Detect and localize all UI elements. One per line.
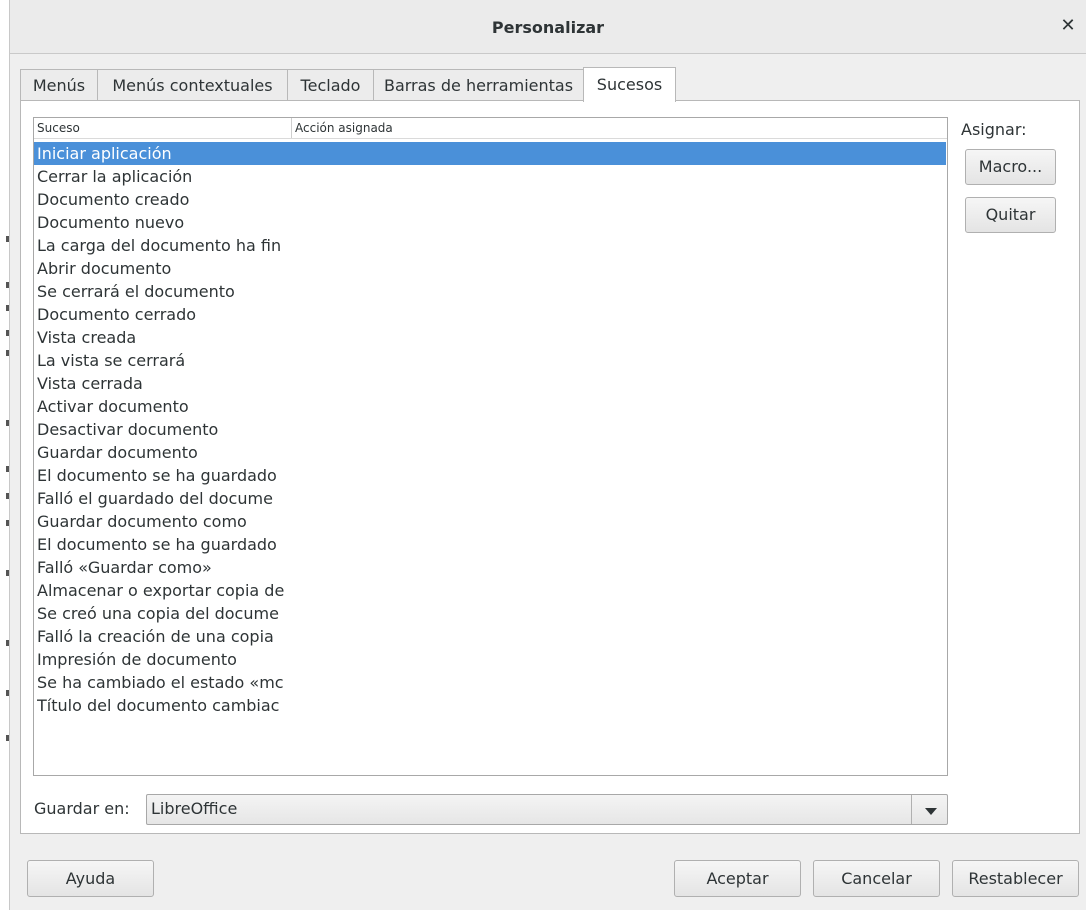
- tab-keyboard[interactable]: Teclado: [287, 69, 374, 101]
- edge-mark: [6, 330, 9, 336]
- event-name: El documento se ha guardado: [37, 466, 277, 485]
- edge-mark: [6, 236, 9, 242]
- event-name: Abrir documento: [37, 259, 172, 278]
- event-name: La vista se cerrará: [37, 351, 186, 370]
- event-name: Falló la creación de una copia: [37, 627, 274, 646]
- event-row[interactable]: La carga del documento ha fin: [34, 234, 947, 257]
- title-bar: Personalizar ✕: [10, 0, 1086, 54]
- event-name: Documento cerrado: [37, 305, 197, 324]
- event-row[interactable]: El documento se ha guardado: [34, 464, 947, 487]
- edge-mark: [6, 570, 9, 576]
- event-row[interactable]: Cerrar la aplicación: [34, 165, 947, 188]
- event-name: La carga del documento ha fin: [37, 236, 282, 255]
- events-list[interactable]: Suceso Acción asignada Iniciar aplicació…: [33, 117, 948, 776]
- save-in-label: Guardar en:: [34, 799, 130, 818]
- macro-button[interactable]: Macro...: [965, 149, 1056, 185]
- edge-mark: [6, 466, 9, 472]
- event-name: Documento creado: [37, 190, 190, 209]
- cancel-button[interactable]: Cancelar: [813, 860, 940, 897]
- remove-button[interactable]: Quitar: [965, 197, 1056, 233]
- event-row[interactable]: El documento se ha guardado: [34, 533, 947, 556]
- event-row[interactable]: Falló el guardado del docume: [34, 487, 947, 510]
- event-name: Se cerrará el documento: [37, 282, 235, 301]
- column-separator[interactable]: [291, 118, 292, 138]
- event-name: Falló el guardado del docume: [37, 489, 273, 508]
- column-header-assigned-action[interactable]: Acción asignada: [295, 121, 393, 135]
- event-name: Guardar documento: [37, 443, 198, 462]
- event-name: Vista cerrada: [37, 374, 143, 393]
- edge-mark: [6, 735, 9, 741]
- event-name: Almacenar o exportar copia de: [37, 581, 285, 600]
- event-name: Se creó una copia del docume: [37, 604, 279, 623]
- event-row[interactable]: Se cerrará el documento: [34, 280, 947, 303]
- event-row[interactable]: Activar documento: [34, 395, 947, 418]
- event-row[interactable]: Título del documento cambiac: [34, 694, 947, 717]
- event-name: El documento se ha guardado: [37, 535, 277, 554]
- event-name: Falló «Guardar como»: [37, 558, 212, 577]
- event-name: Activar documento: [37, 397, 189, 416]
- event-row[interactable]: Documento cerrado: [34, 303, 947, 326]
- reset-button[interactable]: Restablecer: [952, 860, 1079, 897]
- ok-button[interactable]: Aceptar: [674, 860, 801, 897]
- assign-label: Asignar:: [961, 120, 1027, 139]
- save-in-value: LibreOffice: [151, 799, 238, 818]
- tab-events[interactable]: Sucesos: [583, 67, 676, 102]
- tab-context-menus[interactable]: Menús contextuales: [97, 69, 288, 101]
- customize-dialog: Personalizar ✕ Menús Menús contextuales …: [10, 0, 1086, 910]
- edge-mark: [6, 520, 9, 526]
- event-name: Guardar documento como: [37, 512, 247, 531]
- event-row[interactable]: Guardar documento: [34, 441, 947, 464]
- edge-mark: [6, 305, 9, 311]
- event-row[interactable]: Abrir documento: [34, 257, 947, 280]
- event-name: Iniciar aplicación: [37, 144, 172, 163]
- edge-mark: [6, 493, 9, 499]
- event-row[interactable]: Vista creada: [34, 326, 947, 349]
- events-panel: Suceso Acción asignada Iniciar aplicació…: [20, 100, 1080, 834]
- event-name: Título del documento cambiac: [37, 696, 280, 715]
- event-row[interactable]: Desactivar documento: [34, 418, 947, 441]
- event-name: Vista creada: [37, 328, 137, 347]
- tab-menus[interactable]: Menús: [20, 69, 98, 101]
- save-in-dropdown[interactable]: LibreOffice: [146, 794, 948, 825]
- event-name: Desactivar documento: [37, 420, 219, 439]
- edge-mark: [6, 282, 9, 288]
- dialog-title: Personalizar: [491, 18, 605, 37]
- event-row[interactable]: Almacenar o exportar copia de: [34, 579, 947, 602]
- edge-mark: [6, 690, 9, 696]
- events-rows: Iniciar aplicación Cerrar la aplicación Do…: [34, 142, 947, 717]
- tab-toolbars[interactable]: Barras de herramientas: [373, 69, 584, 101]
- event-name: Se ha cambiado el estado «mc: [37, 673, 284, 692]
- event-row[interactable]: Impresión de documento: [34, 648, 947, 671]
- column-header-event[interactable]: Suceso: [37, 121, 80, 135]
- event-row[interactable]: Falló la creación de una copia: [34, 625, 947, 648]
- event-row[interactable]: Documento creado: [34, 188, 947, 211]
- event-row[interactable]: Guardar documento como: [34, 510, 947, 533]
- background-window-edge: [0, 0, 10, 910]
- chevron-down-icon[interactable]: [911, 795, 947, 824]
- close-icon[interactable]: ✕: [1058, 16, 1078, 36]
- list-header: Suceso Acción asignada: [34, 118, 947, 139]
- event-row[interactable]: Iniciar aplicación: [34, 142, 946, 165]
- event-name: Documento nuevo: [37, 213, 185, 232]
- event-row[interactable]: Se creó una copia del docume: [34, 602, 947, 625]
- event-name: Cerrar la aplicación: [37, 167, 193, 186]
- event-name: Impresión de documento: [37, 650, 237, 669]
- event-row[interactable]: Vista cerrada: [34, 372, 947, 395]
- event-row[interactable]: Se ha cambiado el estado «mc: [34, 671, 947, 694]
- event-row[interactable]: Documento nuevo: [34, 211, 947, 234]
- edge-mark: [6, 640, 9, 646]
- edge-mark: [6, 420, 9, 426]
- help-button[interactable]: Ayuda: [27, 860, 154, 897]
- edge-mark: [6, 350, 9, 356]
- event-row[interactable]: La vista se cerrará: [34, 349, 947, 372]
- event-row[interactable]: Falló «Guardar como»: [34, 556, 947, 579]
